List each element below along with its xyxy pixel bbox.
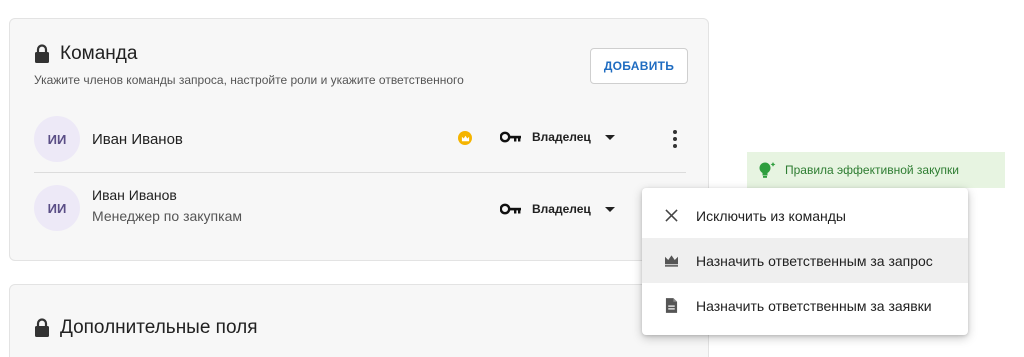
add-member-button[interactable]: ДОБАВИТЬ (590, 48, 688, 84)
team-card-title: Команда (60, 43, 138, 64)
chevron-down-icon (604, 134, 615, 140)
more-options-button[interactable] (662, 126, 688, 152)
additional-fields-card: Дополнительные поля (9, 284, 709, 357)
menu-item-assign-request-responsible[interactable]: Назначить ответственным за запрос (642, 238, 968, 283)
menu-item-assign-applications-responsible[interactable]: Назначить ответственным за заявки (642, 283, 968, 328)
role-label: Владелец (532, 202, 591, 216)
key-icon (499, 203, 522, 215)
member-name: Иван Иванов (92, 187, 177, 203)
more-vertical-icon (673, 130, 677, 134)
menu-item-label: Назначить ответственным за запрос (696, 252, 933, 269)
lock-icon (34, 318, 50, 338)
additional-fields-title: Дополнительные поля (60, 317, 258, 338)
additional-fields-header: Дополнительные поля (34, 317, 258, 339)
procurement-tips-link[interactable]: Правила эффективной закупки (747, 152, 1005, 188)
avatar: ИИ (34, 185, 80, 231)
member-name: Иван Иванов (92, 131, 183, 148)
crown-icon (458, 131, 472, 145)
chevron-down-icon (604, 206, 615, 212)
member-row: ИИ Иван Иванов Менеджер по закупкам Влад… (34, 183, 686, 233)
lightbulb-icon (757, 160, 777, 180)
tip-label: Правила эффективной закупки (785, 163, 959, 177)
role-dropdown[interactable]: Владелец (499, 130, 615, 144)
role-dropdown[interactable]: Владелец (499, 202, 615, 216)
menu-item-label: Исключить из команды (696, 207, 846, 224)
team-card-subtitle: Укажите членов команды запроса, настройт… (34, 73, 464, 87)
close-icon (662, 207, 680, 225)
document-icon (662, 297, 680, 315)
team-card-header: Команда (34, 43, 137, 65)
member-row: ИИ Иван Иванов Владелец (34, 114, 686, 164)
menu-item-remove-from-team[interactable]: Исключить из команды (642, 193, 968, 238)
avatar: ИИ (34, 116, 80, 162)
lock-icon (34, 44, 50, 64)
crown-icon (662, 252, 680, 270)
role-label: Владелец (532, 130, 591, 144)
team-card: Команда Укажите членов команды запроса, … (9, 18, 709, 261)
divider (34, 172, 686, 173)
member-context-menu: Исключить из команды Назначить ответстве… (642, 188, 968, 335)
member-position: Менеджер по закупкам (92, 208, 242, 224)
key-icon (499, 131, 522, 143)
menu-item-label: Назначить ответственным за заявки (696, 297, 932, 314)
